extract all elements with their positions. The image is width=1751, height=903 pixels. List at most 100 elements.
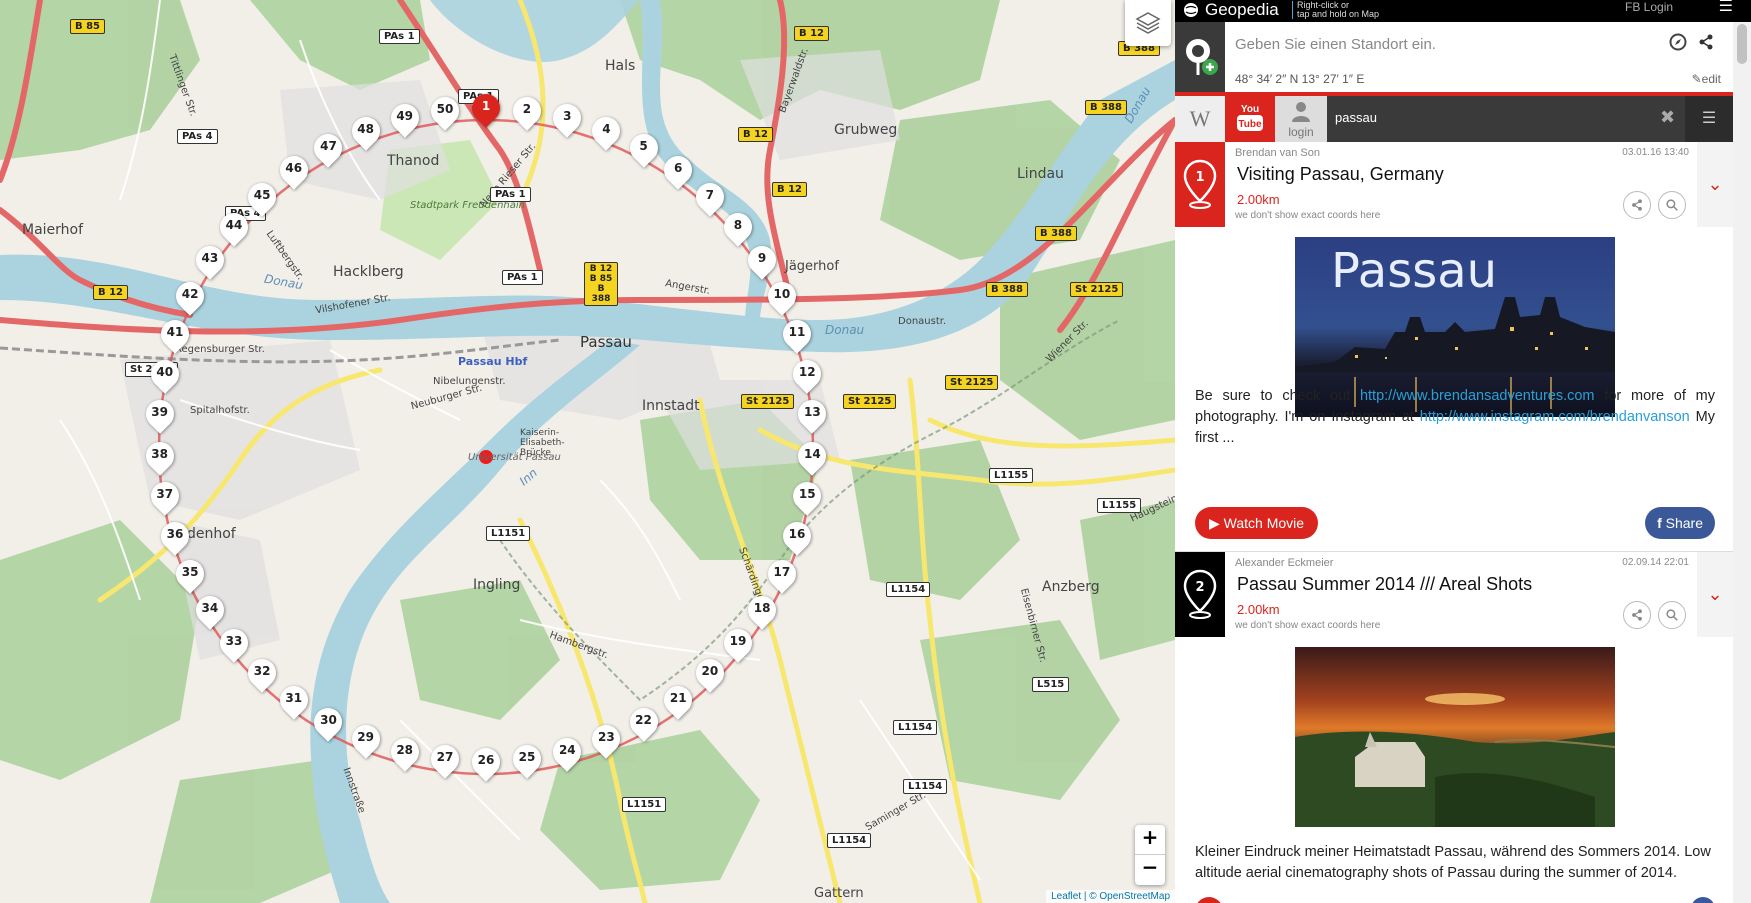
result-item-1[interactable]: 1 Brendan van Son 03.01.16 13:40 Visitin…: [1175, 142, 1733, 552]
desc-link-blog[interactable]: http://www.brendansadventures.com: [1360, 388, 1595, 404]
map-marker-19[interactable]: 19: [718, 623, 758, 665]
map-marker-48[interactable]: 48: [345, 111, 386, 153]
map-marker-47[interactable]: 47: [308, 128, 349, 170]
result-search-button[interactable]: [1658, 601, 1686, 629]
map-marker-25[interactable]: 25: [507, 739, 547, 781]
map-marker-18[interactable]: 18: [742, 590, 782, 632]
map-marker-11[interactable]: 11: [777, 314, 817, 356]
map-pin-icon: 2: [1183, 569, 1217, 619]
map-marker-40[interactable]: 40: [144, 353, 185, 396]
add-location-button[interactable]: [1175, 22, 1225, 92]
map-marker-20[interactable]: 20: [690, 653, 730, 695]
facebook-share-button[interactable]: f Share: [1645, 507, 1715, 539]
map-marker-7[interactable]: 7: [690, 176, 730, 219]
map-marker-33[interactable]: 33: [214, 623, 254, 665]
map-marker-24[interactable]: 24: [547, 731, 588, 774]
result-share-button[interactable]: [1623, 191, 1651, 219]
location-search-input[interactable]: [1235, 30, 1645, 58]
desc-link-instagram[interactable]: http://www.instagram.com/brendanvanson: [1420, 409, 1690, 425]
fb-login-link[interactable]: FB Login: [1625, 0, 1673, 14]
map-marker-38[interactable]: 38: [139, 435, 180, 478]
marker-number: 11: [788, 324, 806, 339]
map-view[interactable]: Passau Innstadt Hals Grubweg Thanod Hack…: [0, 0, 1175, 903]
map-marker-39[interactable]: 39: [139, 394, 180, 436]
layers-button[interactable]: [1125, 0, 1171, 46]
map-marker-43[interactable]: 43: [190, 239, 230, 282]
map-marker-13[interactable]: 13: [792, 394, 833, 436]
result-author[interactable]: Alexander Eckmeier: [1235, 557, 1333, 569]
map-marker-3[interactable]: 3: [547, 98, 588, 140]
brand[interactable]: Geopedia: [1183, 0, 1279, 20]
result-title[interactable]: Passau Summer 2014 /// Areal Shots: [1237, 574, 1532, 595]
map-marker-34[interactable]: 34: [190, 590, 230, 632]
marker-number: 43: [201, 250, 219, 265]
result-author[interactable]: Brendan van Son: [1235, 147, 1320, 159]
map-marker-37[interactable]: 37: [144, 476, 185, 518]
map-marker-44[interactable]: 44: [214, 206, 254, 249]
tab-youtube[interactable]: You Tube: [1225, 96, 1275, 142]
map-marker-10[interactable]: 10: [762, 275, 802, 318]
list-view-icon[interactable]: ☰: [1685, 96, 1733, 142]
map-marker-49[interactable]: 49: [384, 98, 425, 140]
map-attribution[interactable]: Leaflet | © OpenStreetMap: [1046, 890, 1175, 903]
share-label: Share: [1665, 515, 1703, 531]
map-marker-27[interactable]: 27: [425, 739, 465, 781]
map-marker-36[interactable]: 36: [155, 516, 195, 558]
map-marker-29[interactable]: 29: [345, 719, 386, 761]
watch-movie-button[interactable]: ▶ Watch Movie: [1195, 507, 1319, 539]
map-marker-15[interactable]: 15: [787, 476, 828, 518]
result-title[interactable]: Visiting Passau, Germany: [1237, 164, 1444, 185]
map-marker-35[interactable]: 35: [170, 554, 210, 596]
result-share-button[interactable]: [1623, 601, 1651, 629]
facebook-share-button-partial[interactable]: [1691, 897, 1715, 903]
place-gattern: Gattern: [814, 886, 864, 901]
map-marker-2[interactable]: 2: [507, 90, 547, 133]
map-marker-32[interactable]: 32: [242, 653, 282, 695]
map-marker-5[interactable]: 5: [623, 128, 664, 170]
map-marker-22[interactable]: 22: [623, 701, 664, 744]
map-marker-50[interactable]: 50: [425, 90, 465, 133]
tab-wikipedia[interactable]: W: [1175, 96, 1225, 142]
map-marker-16[interactable]: 16: [777, 516, 817, 558]
map-marker-17[interactable]: 17: [762, 554, 802, 596]
shield-l1154-2: L1154: [893, 720, 938, 735]
hamburger-menu-icon[interactable]: ☰: [1719, 0, 1733, 15]
edit-coords-link[interactable]: ✎edit: [1692, 72, 1721, 86]
map-marker-23[interactable]: 23: [586, 719, 627, 761]
map-marker-12[interactable]: 12: [787, 353, 828, 396]
map-marker-31[interactable]: 31: [273, 679, 314, 722]
map-marker-21[interactable]: 21: [658, 679, 699, 722]
map-marker-8[interactable]: 8: [718, 206, 758, 249]
user-icon: [1292, 102, 1310, 122]
result-search-button[interactable]: [1658, 191, 1686, 219]
map-marker-26[interactable]: 26: [466, 742, 506, 784]
map-marker-4[interactable]: 4: [586, 111, 627, 153]
scrollbar-thumb[interactable]: [1737, 24, 1747, 64]
panel-scrollbar[interactable]: [1733, 22, 1751, 903]
map-marker-30[interactable]: 30: [308, 701, 349, 744]
rank-number: 2: [1195, 580, 1204, 595]
result-item-2[interactable]: 2 Alexander Eckmeier 02.09.14 22:01 Pass…: [1175, 552, 1733, 903]
tab-login[interactable]: login: [1275, 96, 1327, 142]
map-marker-46[interactable]: 46: [273, 150, 314, 192]
map-marker-9[interactable]: 9: [742, 239, 782, 282]
expand-chevron-icon[interactable]: ⌄: [1697, 142, 1733, 227]
zoom-in-button[interactable]: +: [1135, 825, 1165, 855]
map-marker-6[interactable]: 6: [658, 150, 699, 192]
map-marker-45[interactable]: 45: [242, 176, 282, 219]
map-marker-28[interactable]: 28: [384, 731, 425, 774]
share-icon[interactable]: [1698, 34, 1714, 50]
video-thumbnail[interactable]: [1295, 647, 1615, 827]
map-marker-1[interactable]: 1: [466, 88, 506, 130]
zoom-out-button[interactable]: −: [1135, 855, 1165, 885]
watch-movie-button-partial[interactable]: [1195, 897, 1223, 903]
compass-icon[interactable]: [1669, 33, 1687, 51]
map-marker-14[interactable]: 14: [792, 435, 833, 478]
edit-label: edit: [1701, 72, 1721, 86]
marker-number: 48: [357, 121, 374, 136]
map-marker-42[interactable]: 42: [170, 275, 210, 318]
map-marker-41[interactable]: 41: [155, 314, 195, 356]
clear-query-icon[interactable]: ✖: [1660, 107, 1675, 128]
expand-chevron-icon[interactable]: ⌄: [1697, 552, 1733, 637]
attribution-text[interactable]: Leaflet | © OpenStreetMap: [1051, 891, 1170, 902]
